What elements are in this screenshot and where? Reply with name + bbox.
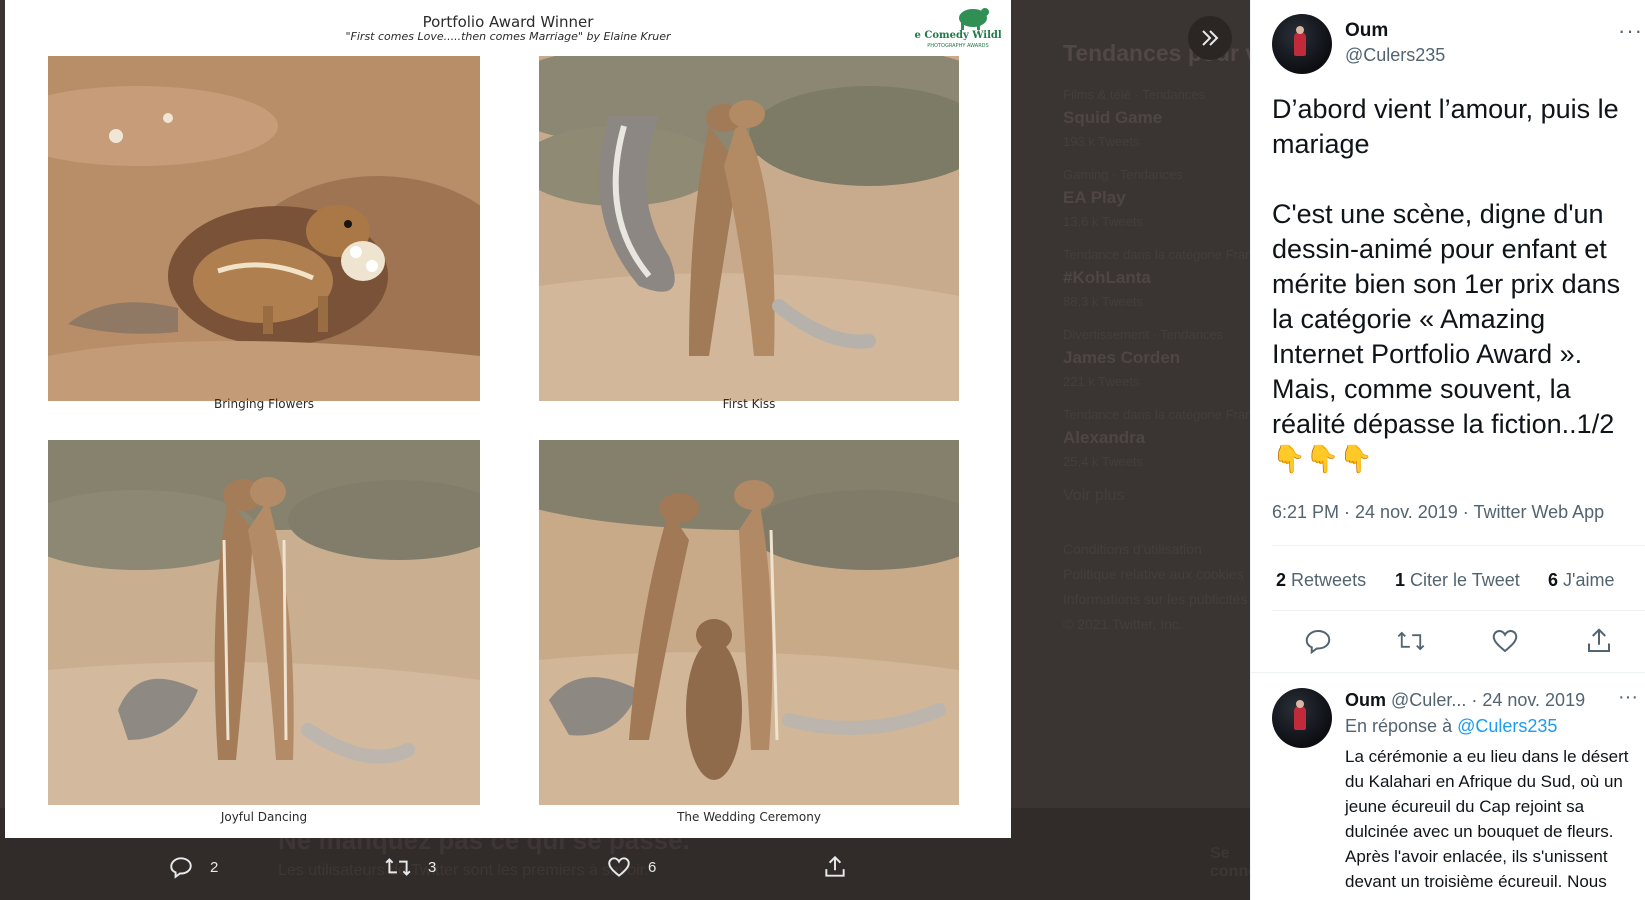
reply-header: Oum @Culer... · 24 nov. 2019	[1345, 690, 1585, 711]
media-like-count: 6	[648, 858, 657, 876]
media-image: Portfolio Award Winner "First comes Love…	[5, 0, 1011, 838]
reply-button[interactable]	[1303, 626, 1333, 656]
share-icon	[1588, 628, 1610, 652]
retweet-button[interactable]	[1396, 626, 1426, 656]
reply-date[interactable]: · 24 nov. 2019	[1471, 690, 1585, 710]
reply-author-avatar[interactable]	[1272, 688, 1332, 748]
media-retweet-count: 3	[428, 858, 437, 876]
media-retweet-button[interactable]: 3	[384, 852, 436, 882]
media-backdrop[interactable]	[1010, 0, 1250, 800]
photo-bringing-flowers	[48, 56, 480, 401]
caption-bringing-flowers: Bringing Flowers	[213, 397, 315, 411]
retweets-count: 2	[1276, 570, 1287, 590]
more-icon: ···	[1618, 18, 1643, 43]
reply-author-name[interactable]: Oum	[1345, 690, 1386, 710]
award-title: Portfolio Award Winner	[422, 13, 594, 31]
logo-subtext: PHOTOGRAPHY AWARDS	[927, 43, 988, 49]
reply-icon	[1305, 629, 1331, 655]
share-button[interactable]	[1584, 626, 1614, 656]
divider	[1251, 672, 1645, 673]
reply-more-button[interactable]: ···	[1618, 686, 1638, 709]
logo-text: The Comedy Wildlife	[915, 30, 1001, 41]
quotes-count: 1	[1395, 570, 1406, 590]
retweets-stat[interactable]: 2 Retweets	[1276, 570, 1366, 591]
divider	[1272, 610, 1645, 611]
collapse-pane-button[interactable]	[1188, 16, 1232, 60]
share-icon	[825, 855, 845, 877]
heart-icon	[608, 857, 630, 877]
media-reply-button[interactable]: 2	[168, 852, 218, 882]
reply-to-prefix: En réponse à	[1345, 716, 1453, 736]
reply-icon	[170, 857, 192, 879]
caption-wedding-ceremony: The Wedding Ceremony	[677, 810, 821, 824]
photo-first-kiss	[539, 56, 959, 401]
likes-stat[interactable]: 6 J'aime	[1548, 570, 1614, 591]
reply-author-handle[interactable]: @Culer...	[1391, 690, 1466, 710]
media-share-button[interactable]	[822, 852, 848, 882]
media-like-button[interactable]: 6	[606, 852, 656, 882]
author-name[interactable]: Oum	[1345, 20, 1388, 42]
caption-first-kiss: First Kiss	[722, 397, 776, 411]
quotes-stat[interactable]: 1 Citer le Tweet	[1395, 570, 1520, 591]
likes-label: J'aime	[1563, 570, 1615, 590]
caption-joyful-dancing: Joyful Dancing	[220, 810, 308, 824]
more-icon: ···	[1618, 686, 1638, 708]
reply-to-handle-link[interactable]: @Culers235	[1457, 716, 1557, 736]
retweet-icon	[1397, 631, 1425, 651]
media-reply-count: 2	[210, 858, 219, 876]
author-avatar[interactable]	[1272, 14, 1332, 74]
award-subtitle: "First comes Love.....then comes Marriag…	[345, 30, 671, 43]
retweets-label: Retweets	[1291, 570, 1367, 590]
reply-to-line: En réponse à @Culers235	[1345, 716, 1557, 737]
tweet-more-button[interactable]: ···	[1618, 18, 1643, 44]
media-action-bar: 2 3 6	[0, 838, 1250, 900]
tweet-text: D’abord vient l’amour, puis le mariage C…	[1272, 94, 1621, 474]
like-button[interactable]	[1490, 626, 1520, 656]
photo-joyful-dancing	[48, 440, 480, 805]
divider	[1272, 545, 1645, 546]
heart-icon	[1492, 629, 1518, 653]
retweet-icon	[385, 858, 411, 876]
quotes-label: Citer le Tweet	[1410, 570, 1520, 590]
comedy-wildlife-logo: The Comedy Wildlife PHOTOGRAPHY AWARDS	[915, 8, 1001, 49]
likes-count: 6	[1548, 570, 1559, 590]
tweet-timestamp[interactable]: 6:21 PM · 24 nov. 2019 · Twitter Web App	[1272, 502, 1604, 523]
double-chevron-right-icon	[1202, 30, 1219, 46]
reply-text: La cérémonie a eu lieu dans le désert du…	[1345, 747, 1629, 900]
author-handle[interactable]: @Culers235	[1345, 45, 1445, 66]
photo-wedding-ceremony	[539, 440, 959, 805]
